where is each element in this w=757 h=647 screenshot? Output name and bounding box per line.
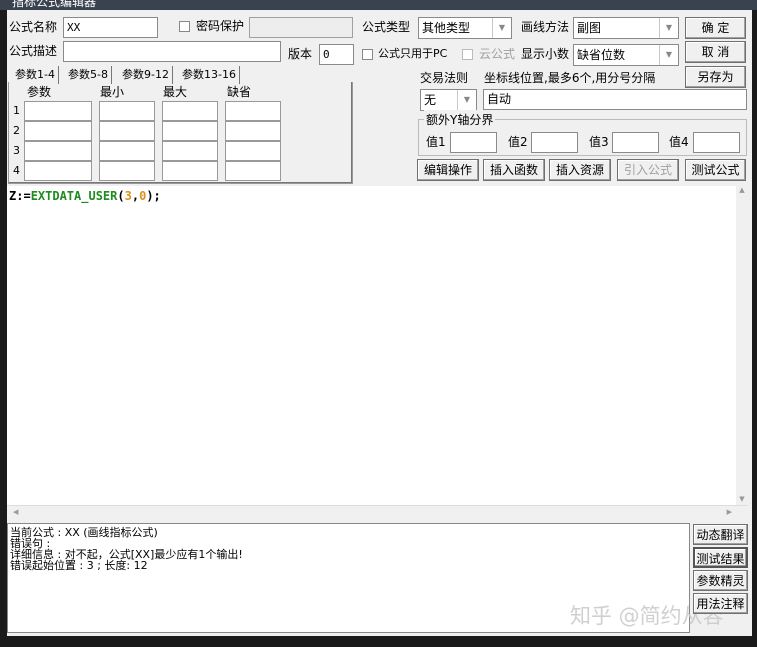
code-arg1: 3 (124, 189, 132, 203)
chevron-down-icon: ▼ (659, 18, 678, 38)
window-title: 指标公式编辑器 (0, 0, 757, 10)
password-input (249, 17, 353, 38)
param-cell-default[interactable] (225, 121, 281, 141)
param-cell-default[interactable] (225, 141, 281, 161)
ok-button[interactable]: 确 定 (685, 17, 746, 39)
trade-select[interactable]: 无 ▼ (420, 89, 477, 111)
axis-label: 坐标线位置,最多6个,用分号分隔 (484, 71, 656, 85)
default-header: 缺省 (227, 85, 252, 99)
yval4-label: 值4 (669, 135, 689, 149)
param-row-number: 3 (13, 144, 20, 157)
param-cell-max[interactable] (162, 161, 218, 181)
output-line: 当前公式 : XX (画线指标公式) (10, 526, 158, 539)
dynamic-translate-button[interactable]: 动态翻译 (693, 524, 748, 545)
yval3-label: 值3 (589, 135, 609, 149)
param-cell-max[interactable] (162, 141, 218, 161)
usage-notes-button[interactable]: 用法注释 (693, 593, 748, 614)
code-paren: ( (117, 189, 125, 203)
yval4-input[interactable] (693, 132, 740, 153)
param-cell-min[interactable] (99, 141, 155, 161)
password-checkbox[interactable] (179, 21, 190, 32)
cancel-button[interactable]: 取 消 (685, 41, 746, 63)
chevron-down-icon: ▼ (492, 18, 511, 38)
param-cell-max[interactable] (162, 121, 218, 141)
param-row-number: 2 (13, 124, 20, 137)
chevron-down-icon: ▼ (659, 45, 678, 65)
param-cell-name[interactable] (24, 161, 92, 181)
test-formula-button[interactable]: 测试公式 (685, 159, 746, 181)
yval2-input[interactable] (531, 132, 578, 153)
edit-ops-button[interactable]: 编辑操作 (417, 159, 479, 181)
vertical-scrollbar[interactable]: ▲ ▼ (736, 186, 748, 505)
cloud-label: 云公式 (479, 47, 516, 61)
param-cell-default[interactable] (225, 161, 281, 181)
code-comma: , (131, 189, 140, 203)
save-as-button[interactable]: 另存为 (685, 66, 746, 88)
cloud-checkbox (462, 49, 473, 60)
param-header: 参数 (27, 85, 52, 99)
output-line: 错误起始位置 : 3 ; 长度: 12 (10, 559, 148, 572)
decimal-label: 显示小数 (521, 47, 570, 61)
param-row-number: 1 (13, 104, 20, 117)
max-header: 最大 (163, 85, 188, 99)
draw-label: 画线方法 (521, 20, 570, 34)
yval1-label: 值1 (426, 135, 446, 149)
version-label: 版本 (288, 47, 313, 61)
insert-resource-button[interactable]: 插入资源 (549, 159, 611, 181)
import-formula-button: 引入公式 (617, 159, 679, 181)
param-cell-min[interactable] (99, 121, 155, 141)
decimal-value: 缺省位数 (577, 48, 626, 62)
insert-function-button[interactable]: 插入函数 (483, 159, 545, 181)
name-input[interactable]: XX (63, 17, 158, 38)
trade-value: 无 (424, 93, 437, 107)
password-label: 密码保护 (196, 19, 245, 33)
param-cell-name[interactable] (24, 101, 92, 121)
chevron-down-icon: ▼ (457, 90, 476, 110)
trade-label: 交易法则 (420, 71, 469, 85)
param-cell-min[interactable] (99, 101, 155, 121)
draw-select[interactable]: 副图 ▼ (573, 17, 679, 39)
code-close: ); (146, 189, 161, 203)
code-var: Z:= (9, 189, 31, 203)
min-header: 最小 (100, 85, 125, 99)
decimal-select[interactable]: 缺省位数 ▼ (573, 44, 679, 66)
yaxis-group-label: 额外Y轴分界 (424, 110, 496, 130)
param-wizard-button[interactable]: 参数精灵 (693, 570, 748, 591)
type-label: 公式类型 (362, 20, 411, 34)
yval2-label: 值2 (508, 135, 528, 149)
desc-input[interactable] (63, 41, 281, 62)
yval3-input[interactable] (612, 132, 659, 153)
horizontal-scrollbar[interactable]: ◀ ▶ (7, 505, 748, 521)
draw-value: 副图 (577, 21, 602, 35)
name-label: 公式名称 (9, 20, 58, 34)
type-select[interactable]: 其他类型 ▼ (418, 17, 512, 39)
param-row-number: 4 (13, 164, 20, 177)
desc-label: 公式描述 (9, 44, 58, 58)
pc-only-checkbox[interactable] (362, 49, 373, 60)
param-cell-name[interactable] (24, 121, 92, 141)
param-cell-default[interactable] (225, 101, 281, 121)
axis-input[interactable]: 自动 (483, 89, 747, 110)
pc-only-label: 公式只用于PC (378, 47, 448, 60)
code-function: EXTDATA_USER (30, 189, 118, 203)
code-editor[interactable]: Z:=EXTDATA_USER(3,0); (7, 186, 736, 505)
version-input[interactable]: 0 (319, 44, 354, 65)
test-result-button[interactable]: 测试结果 (693, 547, 748, 568)
param-cell-min[interactable] (99, 161, 155, 181)
yval1-input[interactable] (450, 132, 497, 153)
param-cell-max[interactable] (162, 101, 218, 121)
type-value: 其他类型 (422, 21, 471, 35)
param-cell-name[interactable] (24, 141, 92, 161)
